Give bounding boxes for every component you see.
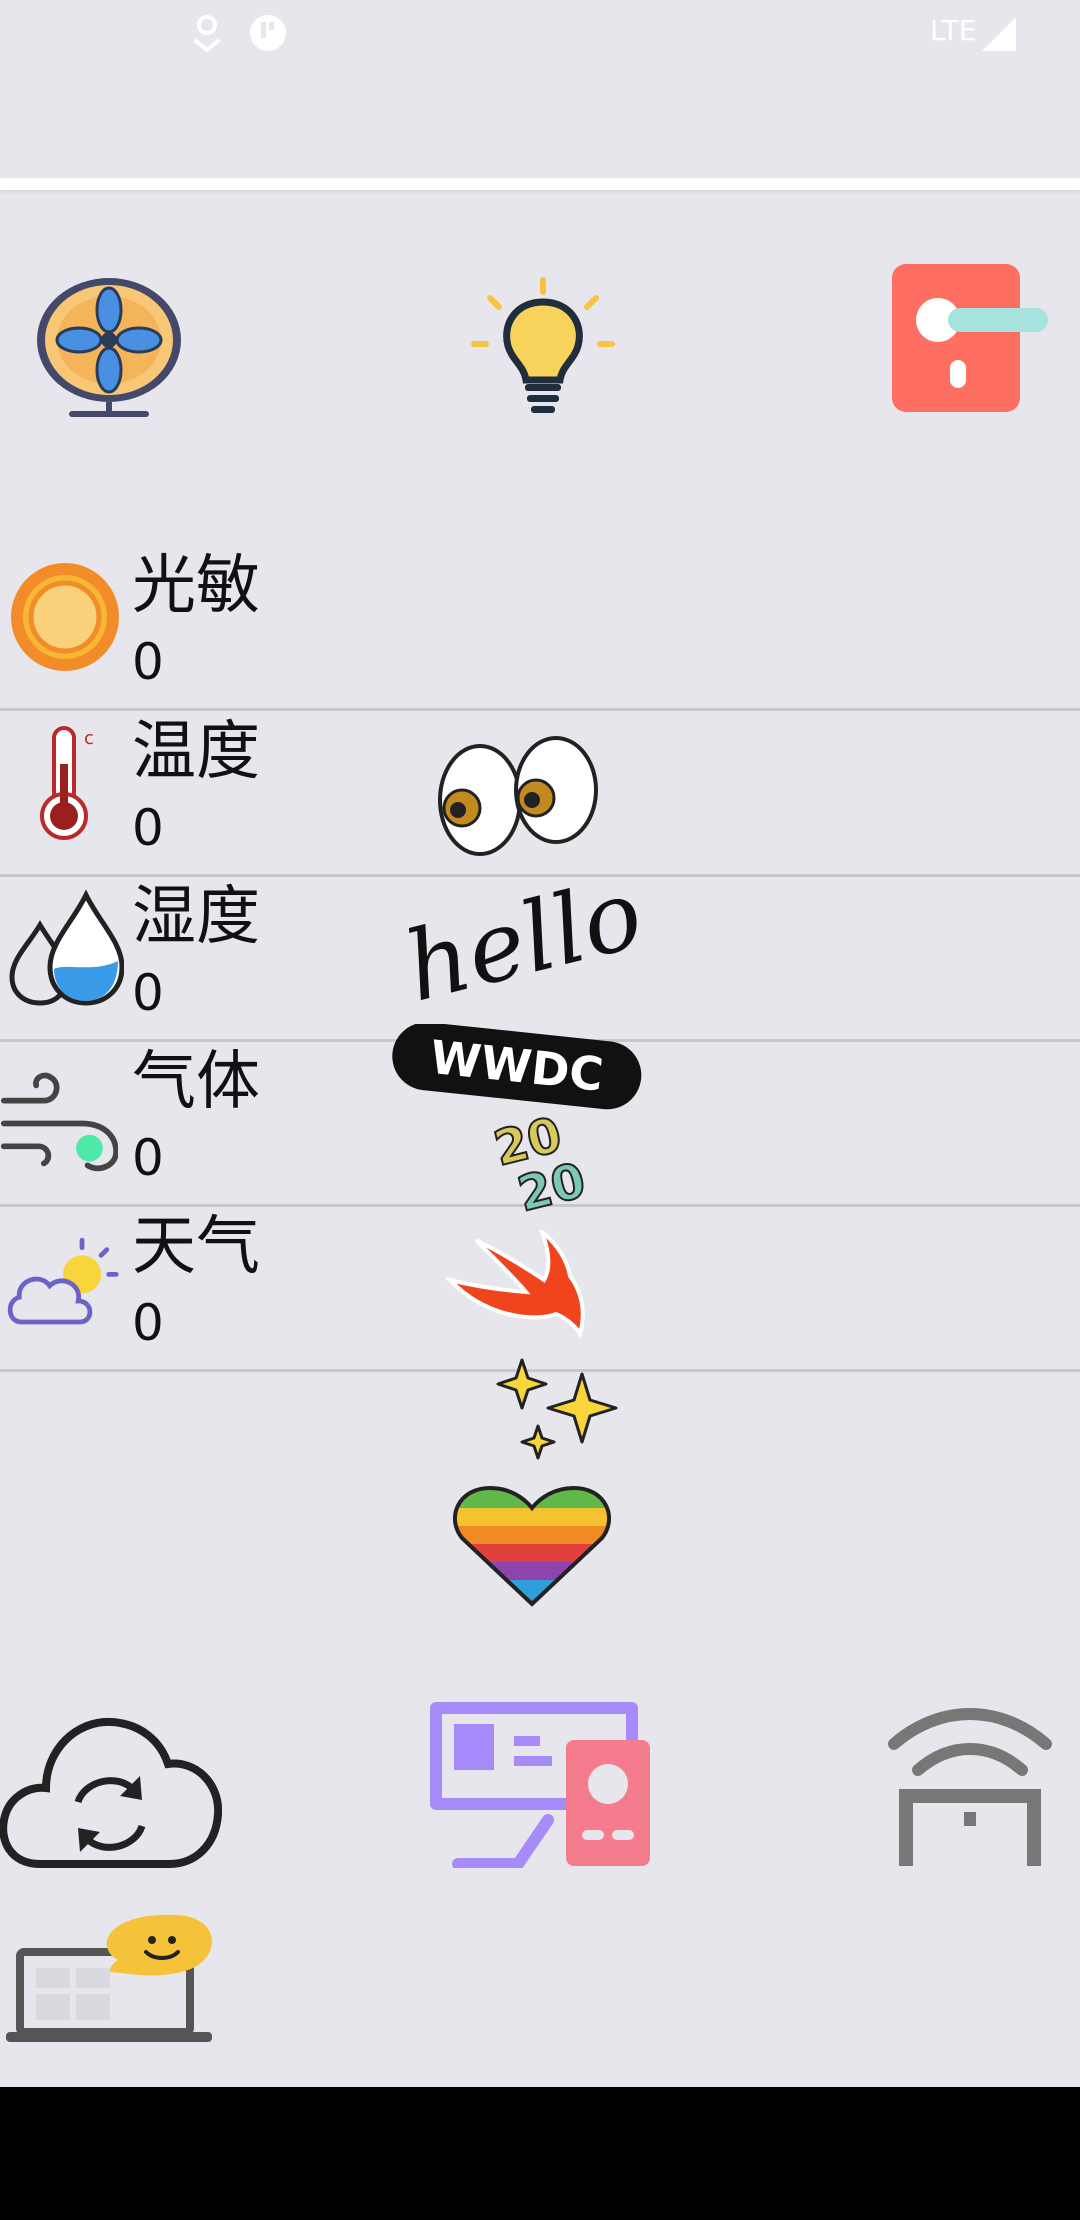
sensor-value: 0 [132,799,164,857]
sensor-row-light: 光敏 0 [0,544,1080,711]
sensor-label: 光敏 [132,549,260,623]
sparkles-sticker [496,1358,618,1460]
weather-icon [7,1237,119,1325]
rainbow-heart-sticker [452,1485,612,1607]
water-drops-icon [9,889,124,1006]
status-bar: LTE [0,0,1080,66]
signal-icon [982,17,1016,51]
sensor-value: 0 [132,1129,164,1187]
sensor-value: 0 [132,964,164,1022]
sensor-label: 天气 [132,1210,260,1284]
sensor-label: 温度 [132,715,260,789]
sun-icon [11,563,119,671]
thermometer-icon: c [40,726,94,840]
hello-sticker: hello [395,862,653,1012]
cloud-sync-icon[interactable] [0,1700,222,1868]
wwdc-sticker: WWDC 20 20 [392,1024,642,1214]
location-icon [193,15,221,53]
svg-text:c: c [84,728,94,749]
wifi-gate-icon[interactable] [888,1700,1052,1868]
hello-text: hello [395,862,653,1012]
wind-gas-icon [0,1072,118,1172]
door-lock-icon[interactable] [892,264,1048,414]
eyes-sticker [438,736,598,856]
lightbulb-icon[interactable] [470,276,616,422]
laptop-chat-icon[interactable] [6,1912,216,2044]
sensor-value: 0 [132,1294,164,1352]
system-nav-bar [0,2087,1080,2220]
sensor-value: 0 [132,633,164,691]
network-type-label: LTE [930,14,977,47]
devices-icon[interactable] [428,1700,652,1868]
fan-icon[interactable] [34,274,184,420]
sensor-label: 湿度 [132,880,260,954]
swift-logo-sticker [446,1230,585,1340]
app-header [0,66,1080,178]
sensor-label: 气体 [132,1045,260,1119]
header-divider [0,178,1080,190]
data-saver-icon [250,15,286,51]
